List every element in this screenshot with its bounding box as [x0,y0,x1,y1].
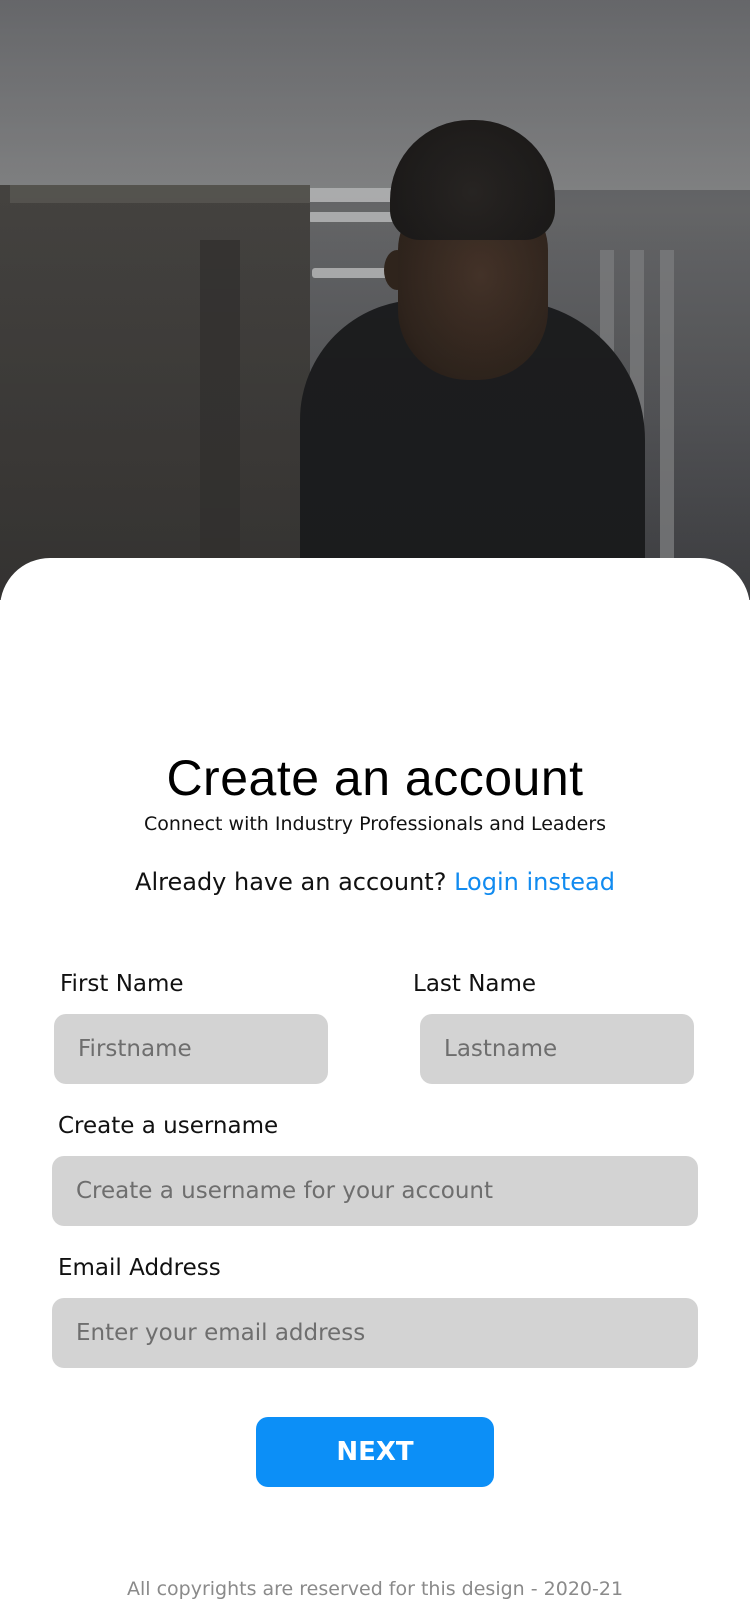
username-label: Create a username [58,1113,279,1139]
email-label: Email Address [58,1255,221,1281]
login-prompt-text: Already have an account? [135,868,447,896]
hero-photo [0,0,750,600]
last-name-input[interactable] [420,1014,694,1084]
last-name-label: Last Name [413,971,537,997]
first-name-input[interactable] [54,1014,328,1084]
page-subtitle: Connect with Industry Professionals and … [143,813,607,835]
copyright-footer: All copyrights are reserved for this des… [126,1578,624,1600]
next-button[interactable]: NEXT [256,1417,494,1487]
first-name-label: First Name [60,971,184,997]
signup-sheet: Create an account Connect with Industry … [0,558,750,1624]
hero-overlay [0,0,750,600]
login-prompt-line: Already have an account? Login instead [0,868,750,896]
login-instead-link[interactable]: Login instead [454,868,615,896]
username-input[interactable] [52,1156,698,1226]
page-title: Create an account [166,750,584,806]
email-input[interactable] [52,1298,698,1368]
